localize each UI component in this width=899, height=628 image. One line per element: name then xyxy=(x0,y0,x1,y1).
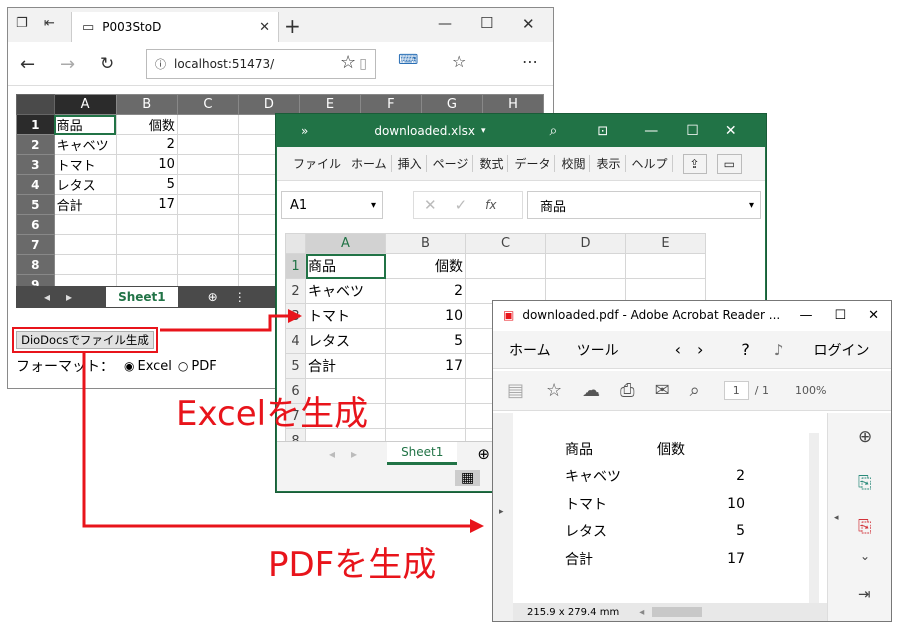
arrow-pdf-line xyxy=(82,352,470,528)
arrow-pdf-head xyxy=(470,519,484,533)
arrow-excel-line xyxy=(160,314,300,332)
annotation-excel: Excelを生成 xyxy=(176,394,369,434)
annotation-pdf: PDFを生成 xyxy=(268,545,437,585)
arrow-excel-head xyxy=(288,309,302,323)
annotation-arrows xyxy=(82,309,484,533)
